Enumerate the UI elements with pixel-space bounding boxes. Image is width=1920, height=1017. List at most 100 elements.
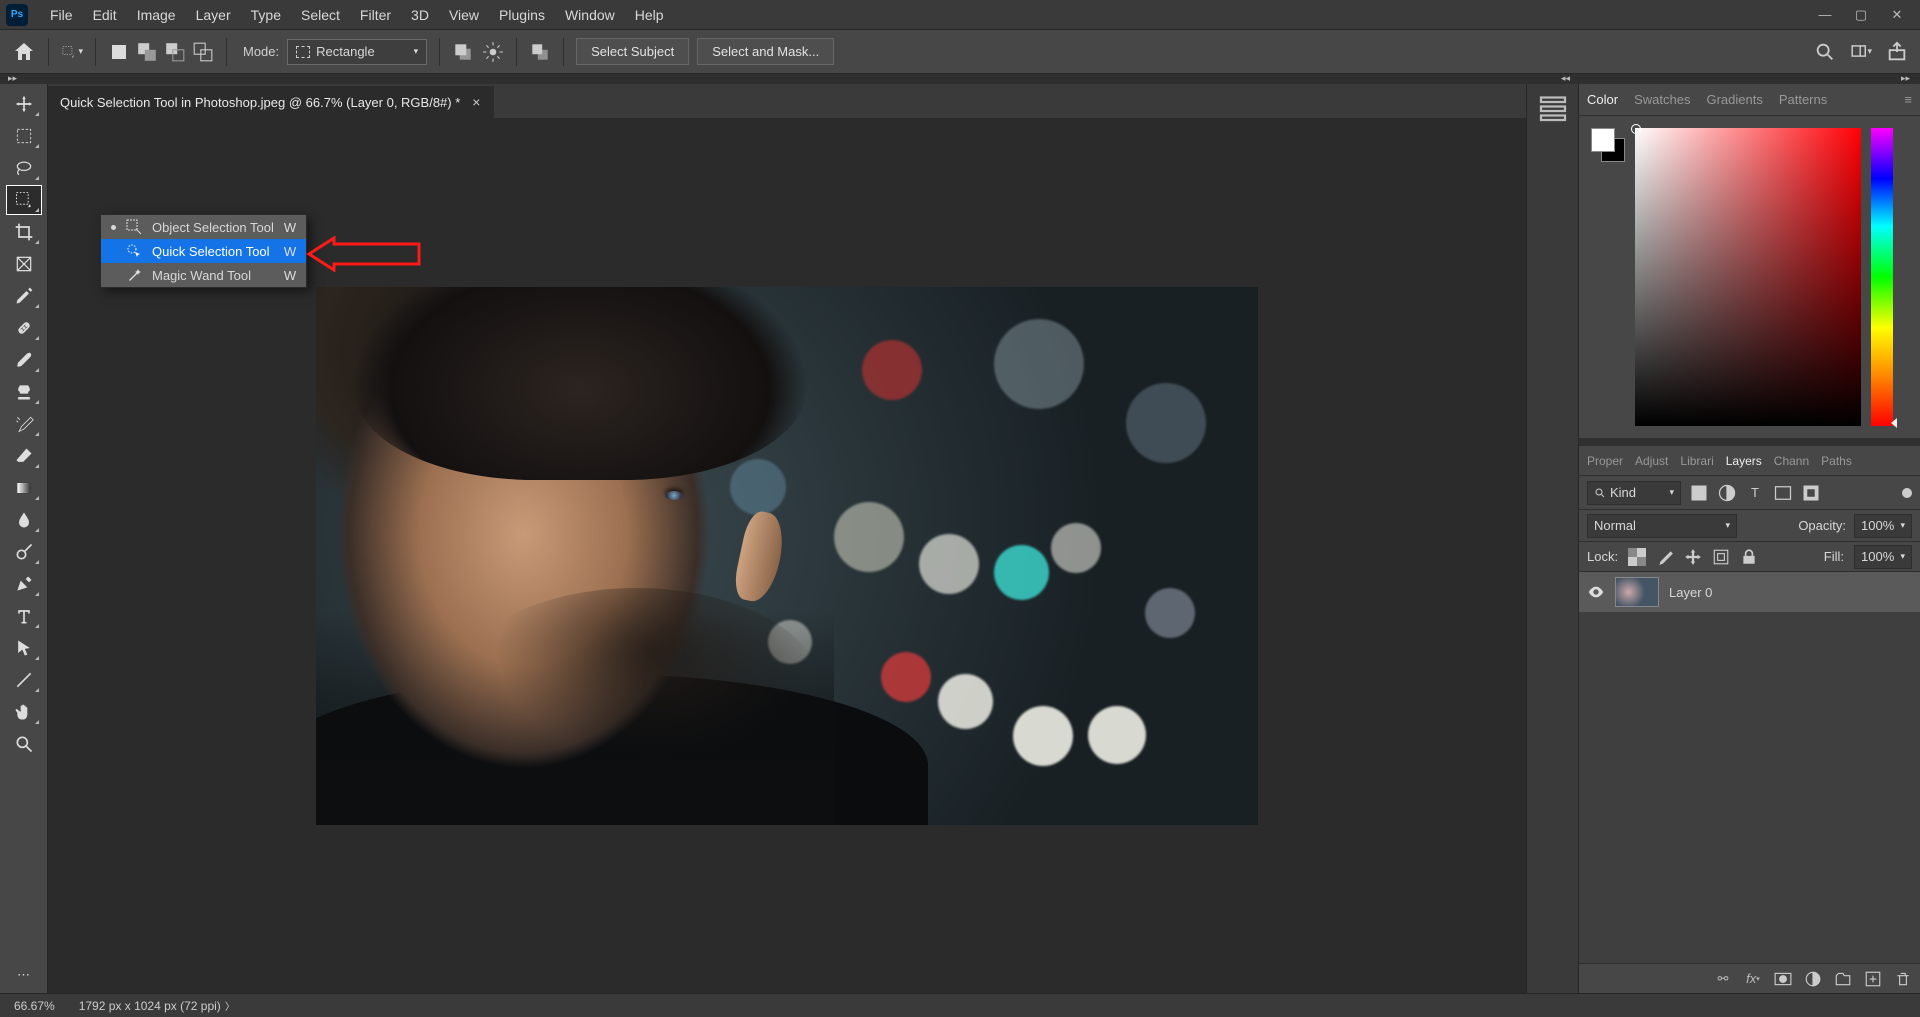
new-layer-icon[interactable] [1864, 970, 1882, 988]
opacity-input[interactable]: 100%▾ [1854, 514, 1912, 538]
tab-channels[interactable]: Chann [1774, 454, 1809, 468]
menu-select[interactable]: Select [291, 3, 350, 27]
layer-group-icon[interactable] [1834, 970, 1852, 988]
healing-tool[interactable] [7, 314, 41, 342]
menu-3d[interactable]: 3D [401, 3, 439, 27]
flyout-quick-selection[interactable]: Quick Selection Tool W [101, 239, 306, 263]
tab-patterns[interactable]: Patterns [1779, 92, 1827, 107]
visibility-eye-icon[interactable] [1587, 583, 1605, 601]
filter-toggle[interactable] [1902, 488, 1912, 498]
path-selection-tool[interactable] [7, 634, 41, 662]
clone-stamp-tool[interactable] [7, 378, 41, 406]
panel-menu-icon[interactable]: ≡ [1904, 92, 1912, 107]
delete-layer-icon[interactable] [1894, 970, 1912, 988]
tab-color[interactable]: Color [1587, 92, 1618, 107]
menu-type[interactable]: Type [241, 3, 291, 27]
eyedropper-tool[interactable] [7, 282, 41, 310]
add-selection-icon[interactable] [136, 41, 158, 63]
eraser-tool[interactable] [7, 442, 41, 470]
lock-position-icon[interactable] [1684, 548, 1702, 566]
menu-edit[interactable]: Edit [83, 3, 127, 27]
color-picker-field[interactable] [1635, 128, 1861, 426]
fg-bg-swatch[interactable] [1591, 128, 1625, 162]
hand-tool[interactable] [7, 698, 41, 726]
blend-mode-select[interactable]: Normal▾ [1587, 514, 1737, 538]
menu-plugins[interactable]: Plugins [489, 3, 555, 27]
menu-window[interactable]: Window [555, 3, 625, 27]
maximize-button[interactable]: ▢ [1852, 6, 1870, 24]
tab-paths[interactable]: Paths [1821, 454, 1852, 468]
object-finder-icon[interactable] [529, 41, 551, 63]
search-icon[interactable] [1814, 41, 1836, 63]
settings-icon[interactable] [482, 41, 504, 63]
chevron-icon[interactable]: ▸▸ [1901, 73, 1910, 84]
frame-tool[interactable] [7, 250, 41, 278]
menu-filter[interactable]: Filter [350, 3, 401, 27]
history-brush-tool[interactable] [7, 410, 41, 438]
filter-shape-icon[interactable] [1773, 483, 1793, 503]
chevron-icon[interactable]: ◂◂ [1561, 73, 1570, 84]
mode-select[interactable]: Rectangle ▾ [287, 39, 427, 65]
zoom-tool[interactable] [7, 730, 41, 758]
flyout-magic-wand[interactable]: Magic Wand Tool W [101, 263, 306, 287]
tab-properties[interactable]: Proper [1587, 454, 1623, 468]
crop-tool[interactable] [7, 218, 41, 246]
type-tool[interactable] [7, 602, 41, 630]
subtract-selection-icon[interactable] [164, 41, 186, 63]
filter-smart-icon[interactable] [1801, 483, 1821, 503]
brush-tool[interactable] [7, 346, 41, 374]
foreground-color-swatch[interactable] [1591, 128, 1615, 152]
intersect-selection-icon[interactable] [192, 41, 214, 63]
marquee-tool[interactable] [7, 122, 41, 150]
tab-swatches[interactable]: Swatches [1634, 92, 1690, 107]
tab-layers[interactable]: Layers [1726, 454, 1762, 468]
workspace-switcher-icon[interactable]: ▾ [1850, 41, 1872, 63]
filter-adjustment-icon[interactable] [1717, 483, 1737, 503]
new-selection-icon[interactable] [108, 41, 130, 63]
home-icon[interactable] [12, 40, 36, 64]
document-tab[interactable]: Quick Selection Tool in Photoshop.jpeg @… [48, 86, 494, 118]
menu-help[interactable]: Help [625, 3, 674, 27]
tool-preset-picker[interactable]: ▾ [61, 41, 83, 63]
sample-all-layers-icon[interactable] [452, 41, 474, 63]
minimize-button[interactable]: — [1816, 6, 1834, 24]
menu-image[interactable]: Image [127, 3, 186, 27]
blur-tool[interactable] [7, 506, 41, 534]
lock-image-icon[interactable] [1656, 548, 1674, 566]
pen-tool[interactable] [7, 570, 41, 598]
layer-name[interactable]: Layer 0 [1669, 585, 1712, 600]
select-subject-button[interactable]: Select Subject [576, 38, 689, 65]
layer-fx-icon[interactable]: fx▾ [1744, 970, 1762, 988]
canvas[interactable] [316, 287, 1258, 825]
dodge-tool[interactable] [7, 538, 41, 566]
close-window-button[interactable]: ✕ [1888, 6, 1906, 24]
layer-row[interactable]: Layer 0 [1579, 572, 1920, 612]
lock-artboard-icon[interactable] [1712, 548, 1730, 566]
menu-layer[interactable]: Layer [186, 3, 241, 27]
object-selection-tool[interactable] [7, 186, 41, 214]
zoom-level[interactable]: 66.67% [14, 999, 55, 1013]
tab-gradients[interactable]: Gradients [1706, 92, 1762, 107]
filter-type-icon[interactable]: T [1745, 483, 1765, 503]
filter-pixel-icon[interactable] [1689, 483, 1709, 503]
edit-toolbar-icon[interactable]: ⋯ [7, 961, 41, 989]
lasso-tool[interactable] [7, 154, 41, 182]
flyout-object-selection[interactable]: Object Selection Tool W [101, 215, 306, 239]
tab-libraries[interactable]: Librari [1680, 454, 1713, 468]
layer-kind-filter[interactable]: Kind ▾ [1587, 481, 1681, 505]
hue-slider[interactable] [1871, 128, 1893, 426]
chevron-icon[interactable]: ▸▸ [8, 73, 17, 84]
close-tab-icon[interactable]: × [470, 94, 482, 110]
menu-file[interactable]: File [40, 3, 83, 27]
tab-adjustments[interactable]: Adjust [1635, 454, 1668, 468]
line-tool[interactable] [7, 666, 41, 694]
layer-mask-icon[interactable] [1774, 970, 1792, 988]
share-icon[interactable] [1886, 41, 1908, 63]
gradient-tool[interactable] [7, 474, 41, 502]
select-and-mask-button[interactable]: Select and Mask... [697, 38, 834, 65]
layer-thumbnail[interactable] [1615, 577, 1659, 607]
move-tool[interactable] [7, 90, 41, 118]
lock-transparency-icon[interactable] [1628, 548, 1646, 566]
history-panel-icon[interactable] [1535, 92, 1571, 124]
document-dimensions[interactable]: 1792 px x 1024 px (72 ppi) [79, 999, 221, 1013]
